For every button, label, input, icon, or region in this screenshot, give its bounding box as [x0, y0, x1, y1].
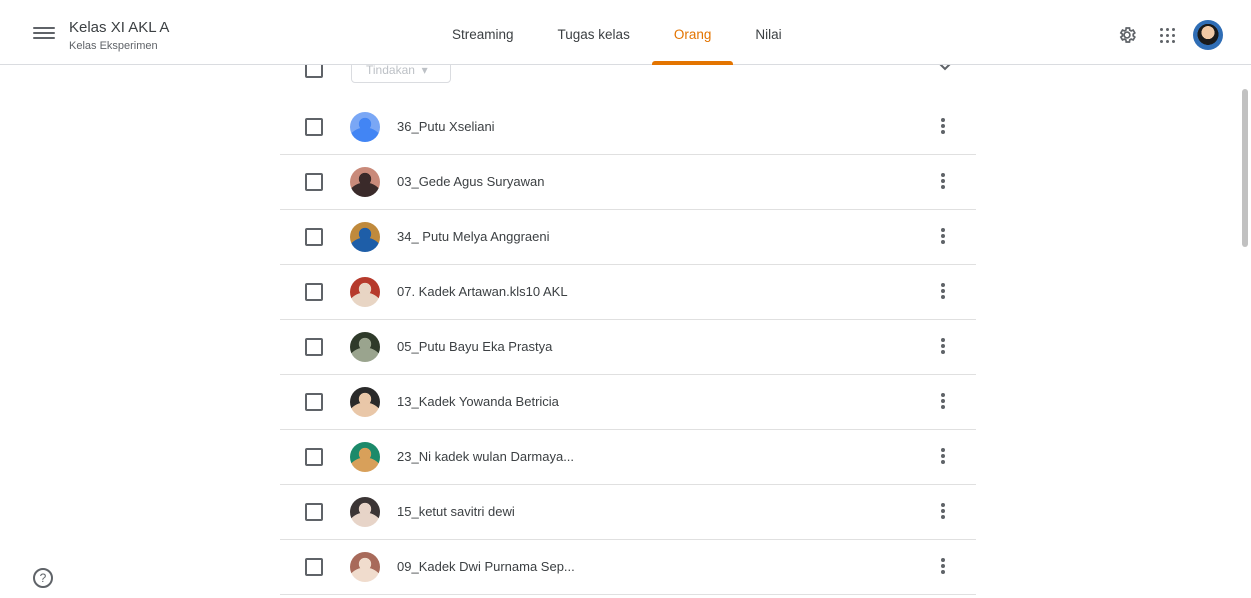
student-avatar — [350, 552, 380, 582]
student-checkbox[interactable] — [305, 118, 323, 136]
student-avatar — [350, 112, 380, 142]
student-row[interactable]: 03_Gede Agus Suryawan — [280, 155, 976, 210]
student-checkbox[interactable] — [305, 448, 323, 466]
help-icon[interactable]: ? — [33, 568, 53, 588]
more-options-icon[interactable] — [941, 118, 945, 138]
student-checkbox[interactable] — [305, 393, 323, 411]
menu-icon[interactable] — [33, 24, 55, 42]
more-options-icon[interactable] — [941, 338, 945, 358]
more-options-icon[interactable] — [941, 393, 945, 413]
scrollbar-thumb[interactable] — [1242, 89, 1248, 247]
student-rows: 36_Putu Xseliani 03_Gede Agus Suryawan 34_… — [280, 100, 976, 595]
more-options-icon[interactable] — [941, 283, 945, 303]
student-name: 15_ketut savitri dewi — [397, 504, 515, 519]
student-name: 13_Kadek Yowanda Betricia — [397, 394, 559, 409]
dropdown-arrow-icon: ▾ — [418, 63, 428, 77]
student-row[interactable]: 34_ Putu Melya Anggraeni — [280, 210, 976, 265]
vertical-scrollbar[interactable] — [1237, 65, 1251, 598]
class-subtitle: Kelas Eksperimen — [69, 40, 158, 52]
student-name: 23_Ni kadek wulan Darmaya... — [397, 449, 575, 464]
top-app-bar: Kelas XI AKL A Kelas Eksperimen Streamin… — [0, 0, 1251, 65]
student-name: 36_Putu Xseliani — [397, 119, 495, 134]
student-checkbox[interactable] — [305, 228, 323, 246]
student-avatar — [350, 222, 380, 252]
apps-grid-icon[interactable] — [1149, 20, 1185, 50]
more-options-icon[interactable] — [941, 448, 945, 468]
gear-icon — [1119, 27, 1136, 43]
tab-classwork[interactable]: Tugas kelas — [536, 0, 652, 65]
student-name: 03_Gede Agus Suryawan — [397, 174, 545, 189]
people-list: Tindakan ▾ 36_Putu Xseliani 03_Gede Agus … — [280, 45, 976, 595]
student-row[interactable]: 09_Kadek Dwi Purnama Sep... — [280, 540, 976, 595]
student-row[interactable]: 13_Kadek Yowanda Betricia — [280, 375, 976, 430]
student-avatar — [350, 497, 380, 527]
student-row[interactable]: 36_Putu Xseliani — [280, 100, 976, 155]
student-avatar — [350, 277, 380, 307]
actions-dropdown-label: Tindakan — [366, 63, 415, 77]
student-row[interactable]: 23_Ni kadek wulan Darmaya... — [280, 430, 976, 485]
student-checkbox[interactable] — [305, 503, 323, 521]
tab-people[interactable]: Orang — [651, 0, 734, 65]
student-avatar — [350, 387, 380, 417]
student-checkbox[interactable] — [305, 173, 323, 191]
settings-gear-icon[interactable] — [1109, 20, 1145, 50]
student-name: 34_ Putu Melya Anggraeni — [397, 229, 550, 244]
student-checkbox[interactable] — [305, 558, 323, 576]
more-options-icon[interactable] — [941, 173, 945, 193]
more-options-icon[interactable] — [941, 228, 945, 248]
tab-bar: Streaming Tugas kelas Orang Nilai — [430, 0, 804, 65]
student-row[interactable]: 07. Kadek Artawan.kls10 AKL — [280, 265, 976, 320]
student-row[interactable]: 15_ketut savitri dewi — [280, 485, 976, 540]
student-name: 09_Kadek Dwi Purnama Sep... — [397, 559, 575, 574]
student-name: 07. Kadek Artawan.kls10 AKL — [397, 284, 568, 299]
tab-streaming[interactable]: Streaming — [430, 0, 536, 65]
student-avatar — [350, 442, 380, 472]
student-avatar — [350, 167, 380, 197]
student-checkbox[interactable] — [305, 338, 323, 356]
class-title[interactable]: Kelas XI AKL A — [69, 19, 169, 36]
more-options-icon[interactable] — [941, 503, 945, 523]
account-avatar[interactable] — [1193, 20, 1223, 50]
more-options-icon[interactable] — [941, 558, 945, 578]
tab-grades[interactable]: Nilai — [733, 0, 803, 65]
header-actions — [1105, 20, 1223, 50]
student-checkbox[interactable] — [305, 283, 323, 301]
student-row[interactable]: 05_Putu Bayu Eka Prastya — [280, 320, 976, 375]
student-name: 05_Putu Bayu Eka Prastya — [397, 339, 553, 354]
student-avatar — [350, 332, 380, 362]
